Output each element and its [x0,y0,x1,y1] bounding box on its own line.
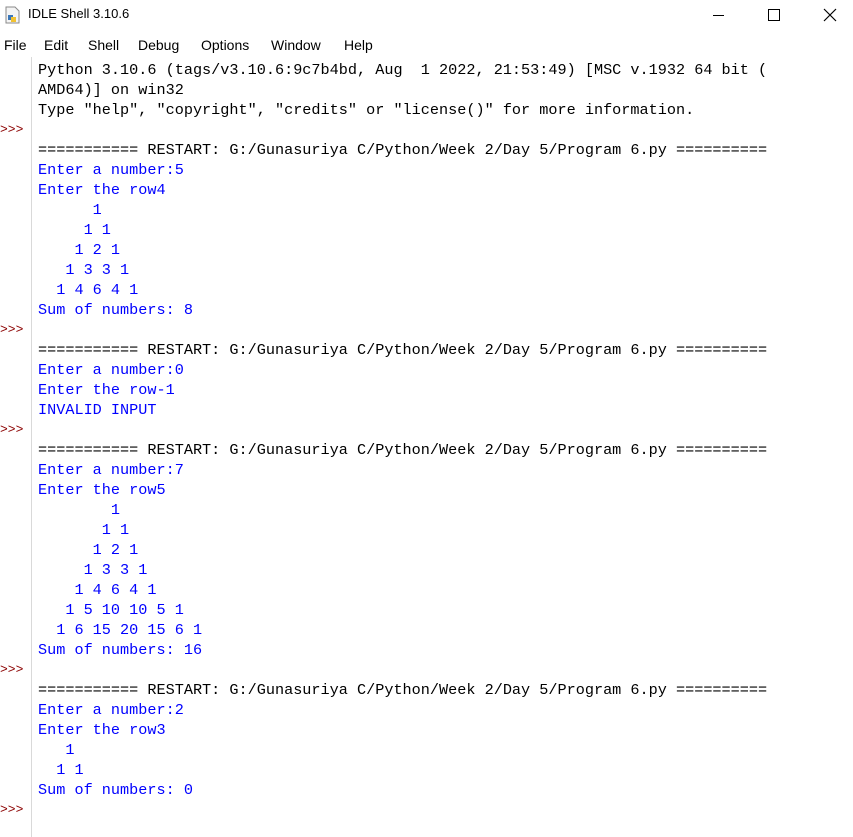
shell-line: 1 5 10 10 5 1 [38,601,184,619]
minimize-button[interactable] [694,0,742,31]
prompt-marker: >>> [0,662,24,677]
shell-line: 1 2 1 [38,241,121,259]
shell-line: =========== RESTART: G:/Gunasuriya C/Pyt… [38,441,768,459]
shell-line: Sum of numbers: 0 [38,781,193,799]
prompt-marker: >>> [0,422,24,437]
shell-line: Type "help", "copyright", "credits" or "… [38,101,695,119]
menu-shell[interactable]: Shell [88,37,119,53]
shell-line: 1 3 3 1 [38,261,130,279]
prompt-marker: >>> [0,322,24,337]
menu-options[interactable]: Options [201,37,249,53]
close-button[interactable] [806,0,853,31]
close-icon [823,8,837,22]
shell-line: Enter the row5 [38,481,166,499]
shell-line: 1 2 1 [38,541,139,559]
shell-line: =========== RESTART: G:/Gunasuriya C/Pyt… [38,681,768,699]
menu-bar: File Edit Shell Debug Options Window Hel… [0,31,853,57]
menu-debug[interactable]: Debug [138,37,179,53]
menu-window[interactable]: Window [271,37,321,53]
menu-file[interactable]: File [4,37,27,53]
shell-line: 1 1 [38,521,130,539]
shell-line: 1 4 6 4 1 [38,581,157,599]
shell-line: 1 3 3 1 [38,561,148,579]
shell-line: 1 1 [38,761,84,779]
maximize-button[interactable] [750,0,798,31]
idle-app-icon [5,6,20,24]
shell-line: =========== RESTART: G:/Gunasuriya C/Pyt… [38,141,768,159]
shell-line: Sum of numbers: 8 [38,301,193,319]
prompt-marker: >>> [0,802,24,817]
shell-line: 1 6 15 20 15 6 1 [38,621,203,639]
shell-text-area[interactable]: Python 3.10.6 (tags/v3.10.6:9c7b4bd, Aug… [38,60,848,837]
shell-line: 1 [38,501,121,519]
shell-line: Enter the row4 [38,181,166,199]
prompt-marker: >>> [0,122,24,137]
shell-line: 1 4 6 4 1 [38,281,139,299]
shell-line: Enter a number:2 [38,701,184,719]
shell-line: Enter a number:0 [38,361,184,379]
shell-line: =========== RESTART: G:/Gunasuriya C/Pyt… [38,341,768,359]
shell-line: 1 [38,741,75,759]
shell-line: 1 [38,201,102,219]
shell-line: Enter a number:7 [38,461,184,479]
title-bar: IDLE Shell 3.10.6 [0,0,853,31]
shell-line: Sum of numbers: 16 [38,641,203,659]
shell-line: AMD64)] on win32 [38,81,184,99]
shell-line: Enter a number:5 [38,161,184,179]
shell-line: Python 3.10.6 (tags/v3.10.6:9c7b4bd, Aug… [38,61,768,79]
shell-line: 1 1 [38,221,111,239]
shell-line: Enter the row-1 [38,381,175,399]
shell-line: INVALID INPUT [38,401,157,419]
window-title: IDLE Shell 3.10.6 [28,6,130,21]
menu-help[interactable]: Help [344,37,373,53]
menu-edit[interactable]: Edit [44,37,68,53]
prompt-gutter: >>> >>> >>> >>> >>> [0,57,32,837]
shell-line: Enter the row3 [38,721,166,739]
